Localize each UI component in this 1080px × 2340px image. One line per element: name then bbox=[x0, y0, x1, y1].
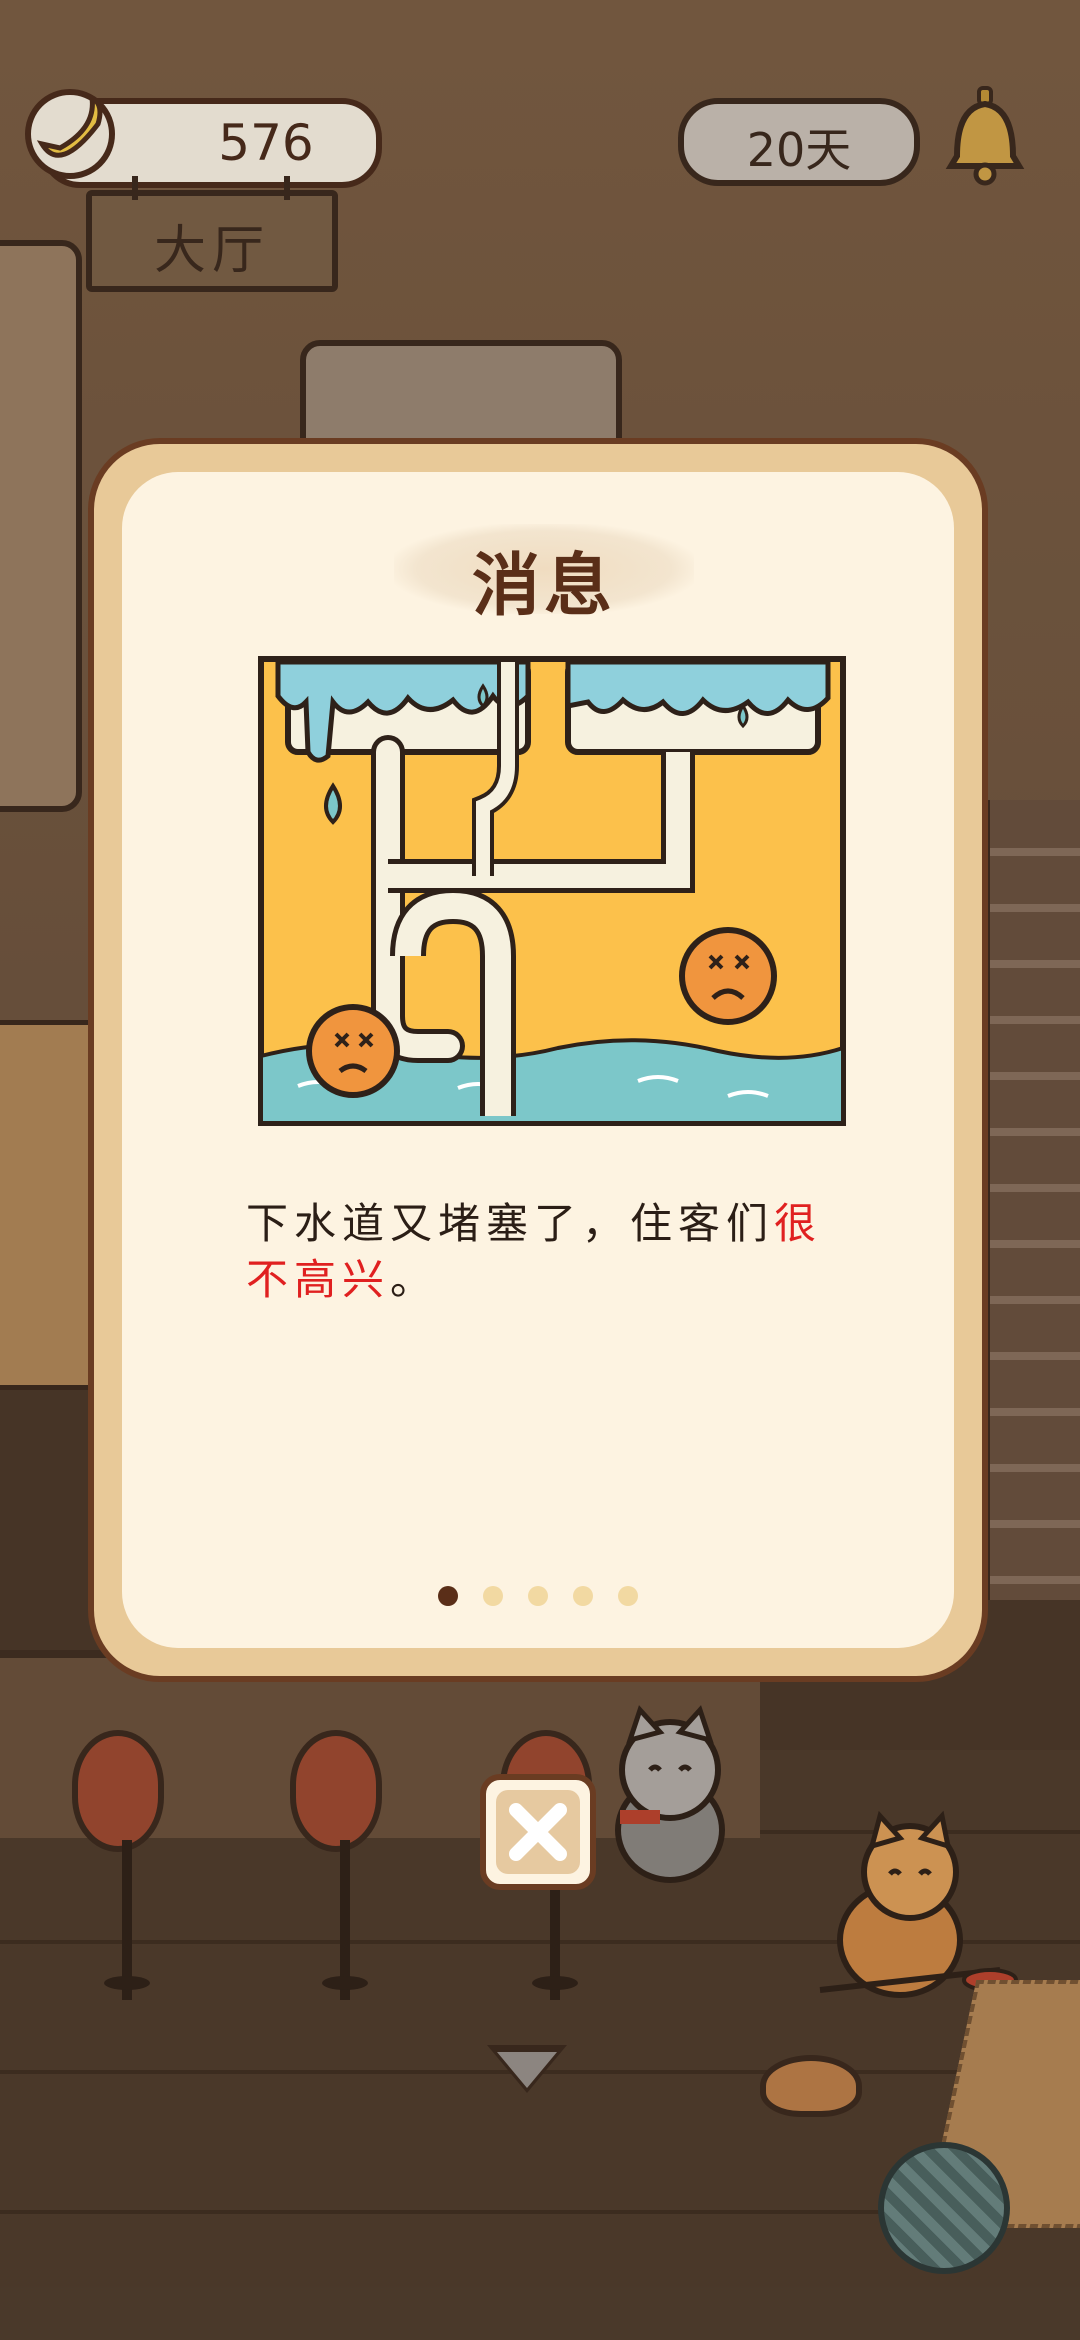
clogged-pipes-illustration bbox=[258, 656, 846, 1126]
page-indicator bbox=[94, 1586, 982, 1616]
page-dot-active[interactable] bbox=[437, 1586, 458, 1606]
close-icon bbox=[509, 1803, 567, 1861]
dialog-message-end: 。 bbox=[390, 1255, 439, 1304]
dialog-title-wrap: 消息 bbox=[394, 514, 694, 626]
dialog-message-text: 下水道又堵塞了，住客们 bbox=[246, 1199, 775, 1248]
message-dialog: 消息 下水道又堵塞了，住客们很不高兴。 bbox=[88, 438, 988, 1682]
page-dot[interactable] bbox=[528, 1586, 548, 1606]
dialog-title: 消息 bbox=[471, 547, 616, 626]
close-button-inner bbox=[496, 1790, 580, 1874]
page-dot[interactable] bbox=[618, 1586, 639, 1606]
page-dot[interactable] bbox=[573, 1586, 594, 1606]
page-dot[interactable] bbox=[482, 1586, 503, 1606]
dialog-message: 下水道又堵塞了，住客们很不高兴。 bbox=[246, 1196, 846, 1308]
close-button[interactable] bbox=[480, 1774, 596, 1890]
